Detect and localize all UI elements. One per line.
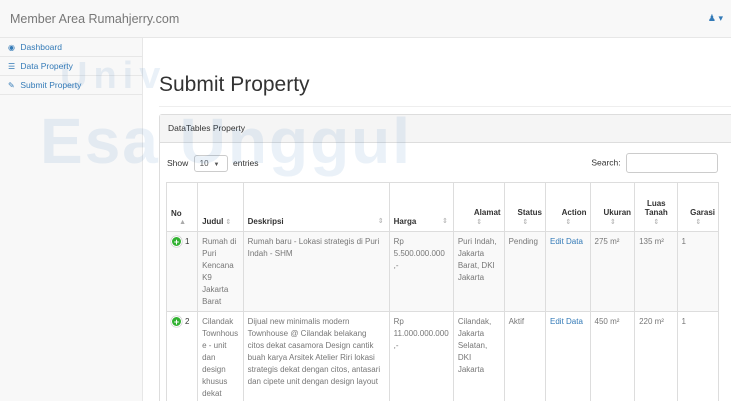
column-header-status[interactable]: Status ⇕ [503, 182, 547, 232]
cell-ukuran: 275 m² [589, 231, 636, 312]
sidebar-item-submit-property[interactable]: ✎ Submit Property [0, 76, 142, 95]
cell-garasi: 1 [676, 311, 720, 401]
column-header-alamat[interactable]: Alamat ⇕ [452, 182, 505, 232]
sort-icon: ⇕ [653, 219, 660, 226]
datatable-panel: DataTables Property Show 10 ▼ entries Sea… [159, 114, 731, 401]
column-header-harga[interactable]: Harga ⇕ [388, 182, 454, 232]
sort-icon: ⇕ [609, 219, 616, 226]
cell-ukuran: 450 m² [589, 311, 636, 401]
top-navbar: Member Area Rumahjerry.com ♟ ▾ [0, 0, 731, 38]
sort-asc-icon: ▲ [179, 219, 186, 226]
sort-icon: ⇕ [695, 219, 702, 226]
cell-garasi: 1 [676, 231, 720, 312]
sidebar-item-label: Data Property [20, 61, 73, 71]
search-input[interactable] [626, 153, 718, 173]
page-title: Submit Property [159, 73, 310, 96]
expand-row-icon[interactable]: + [171, 236, 182, 247]
column-header-ukuran[interactable]: Ukuran ⇕ [589, 182, 636, 232]
edit-data-link[interactable]: Edit Data [550, 317, 583, 326]
column-header-garasi[interactable]: Garasi ⇕ [676, 182, 720, 232]
sort-icon: ⇕ [377, 218, 384, 225]
sidebar-item-dashboard[interactable]: ◉ Dashboard [0, 38, 142, 57]
sort-icon: ⇕ [225, 219, 232, 226]
column-header-no[interactable]: No ▲ [165, 182, 199, 232]
dashboard-icon: ◉ [8, 43, 15, 52]
sidebar-item-label: Dashboard [20, 42, 62, 52]
edit-icon: ✎ [8, 81, 15, 90]
chevron-down-icon: ▾ [718, 13, 723, 23]
sidebar-item-data-property[interactable]: ☰ Data Property [0, 57, 142, 76]
cell-harga: Rp 5.500.000.000 ,- [388, 231, 454, 312]
cell-alamat: Cilandak, Jakarta Selatan, DKI Jakarta [452, 311, 505, 401]
sort-icon: ⇕ [565, 219, 572, 226]
cell-status: Pending [503, 231, 547, 312]
column-header-judul[interactable]: Judul ⇕ [197, 182, 244, 232]
table-row: +2 Cilandak Townhouse - unit dan design … [165, 311, 720, 401]
table-search: Search: [591, 153, 718, 173]
column-header-deskripsi[interactable]: Deskripsi ⇕ [242, 182, 390, 232]
property-table: No ▲ Judul ⇕ Deskripsi ⇕ Harga ⇕ Alamat ⇕ Sta… [165, 182, 720, 401]
cell-judul: Cilandak Townhouse - unit dan design khu… [197, 311, 244, 401]
search-label: Search: [591, 157, 621, 168]
cell-luas-tanah: 135 m² [634, 231, 678, 312]
title-divider [159, 106, 731, 107]
sidebar: ◉ Dashboard ☰ Data Property ✎ Submit Pro… [0, 38, 143, 401]
show-label: Show [167, 157, 189, 168]
entries-length-control: Show 10 ▼ entries [167, 155, 259, 172]
entries-label: entries [233, 157, 259, 168]
cell-deskripsi: Rumah baru - Lokasi strategis di Puri In… [242, 231, 390, 312]
sort-icon: ⇕ [476, 219, 483, 226]
main-content: Submit Property DataTables Property Show… [143, 38, 731, 401]
cell-judul: Rumah di Puri Kencana K9 Jakarta Barat [197, 231, 244, 312]
cell-status: Aktif [503, 311, 547, 401]
cell-harga: Rp 11.000.000.000 ,- [388, 311, 454, 401]
cell-deskripsi: Dijual new minimalis modern Townhouse @ … [242, 311, 390, 401]
column-header-action[interactable]: Action ⇕ [545, 182, 591, 232]
expand-row-icon[interactable]: + [171, 316, 182, 327]
column-header-luas-tanah[interactable]: Luas Tanah ⇕ [634, 182, 678, 232]
cell-alamat: Puri Indah, Jakarta Barat, DKI Jakarta [452, 231, 505, 312]
row-number: 2 [185, 317, 190, 326]
sidebar-item-label: Submit Property [20, 80, 82, 90]
cell-luas-tanah: 220 m² [634, 311, 678, 401]
panel-heading: DataTables Property [160, 115, 731, 143]
edit-data-link[interactable]: Edit Data [550, 237, 583, 246]
entries-select[interactable]: 10 ▼ [193, 155, 228, 172]
sort-icon: ⇕ [441, 218, 448, 225]
table-icon: ☰ [8, 62, 16, 71]
sort-icon: ⇕ [522, 219, 529, 226]
brand-title[interactable]: Member Area Rumahjerry.com [10, 12, 179, 26]
row-number: 1 [185, 237, 190, 246]
table-row: +1 Rumah di Puri Kencana K9 Jakarta Bara… [165, 231, 720, 312]
chevron-down-icon: ▼ [213, 162, 220, 168]
user-icon: ♟ [707, 13, 716, 23]
user-menu-button[interactable]: ♟ ▾ [708, 13, 723, 24]
